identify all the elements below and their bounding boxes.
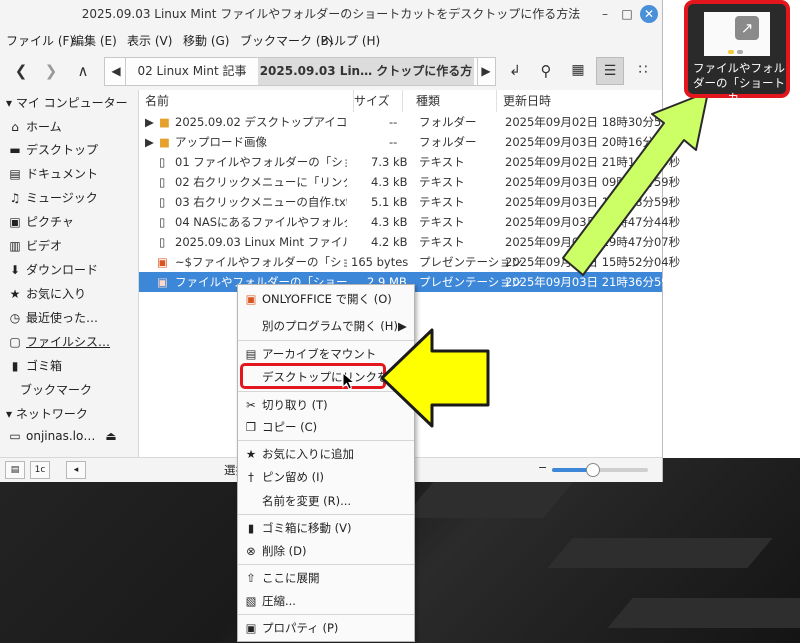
desktop-shortcut-label: ファイルやフォルダーの「ショートカ…	[693, 61, 785, 105]
shortcut-arrow-icon: ↗	[735, 16, 759, 40]
yellow-arrow-icon	[380, 328, 490, 428]
green-arrow-icon	[562, 91, 709, 276]
desktop-shortcut[interactable]: ↗ ファイルやフォルダーの「ショートカ…	[684, 0, 790, 105]
annotation-arrows	[380, 91, 709, 428]
